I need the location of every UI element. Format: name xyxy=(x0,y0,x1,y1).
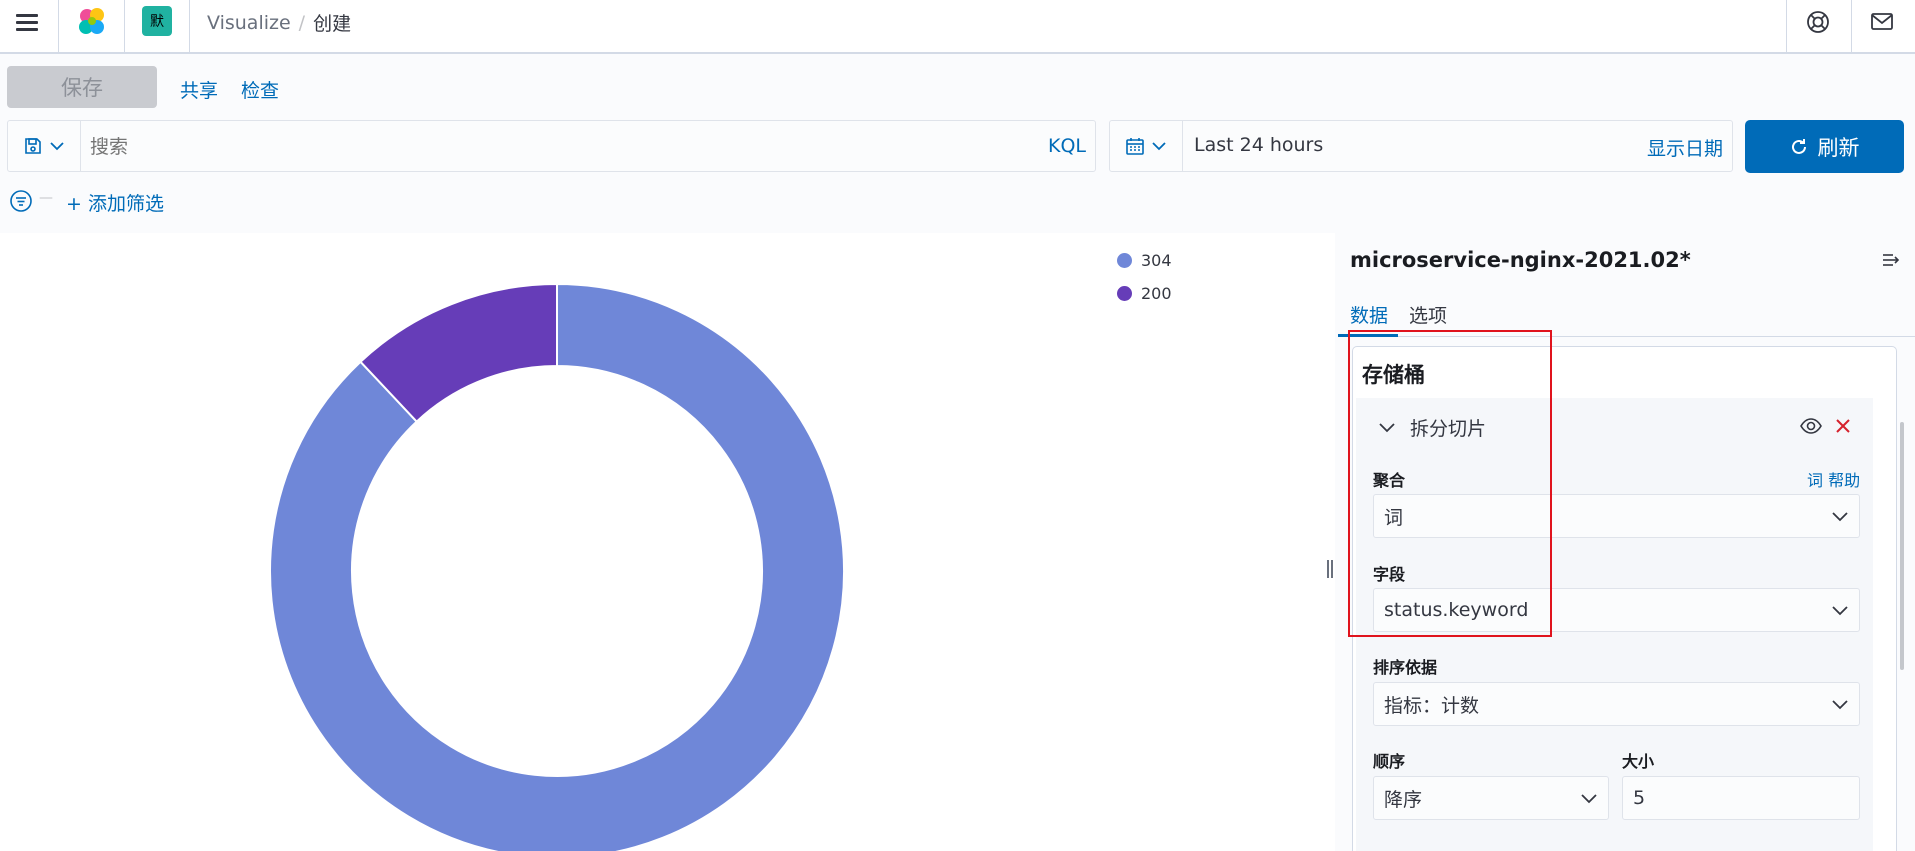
size-value: 5 xyxy=(1633,787,1646,809)
order-by-value: 指标：计数 xyxy=(1384,694,1480,717)
remove-agg-icon[interactable] xyxy=(1835,418,1851,438)
tab-options[interactable]: 选项 xyxy=(1409,301,1447,328)
chevron-down-icon xyxy=(1832,511,1848,521)
inspect-link[interactable]: 检查 xyxy=(241,76,279,103)
divider xyxy=(124,0,125,52)
breadcrumb-visualize[interactable]: Visualize xyxy=(207,12,291,34)
divider xyxy=(1786,0,1787,52)
tab-data[interactable]: 数据 xyxy=(1350,301,1388,328)
order-value: 降序 xyxy=(1384,788,1423,811)
order-select[interactable]: 降序 xyxy=(1373,776,1609,820)
help-icon[interactable] xyxy=(1806,10,1830,38)
eye-icon[interactable] xyxy=(1800,417,1822,439)
refresh-button[interactable]: 刷新 xyxy=(1745,120,1904,173)
chevron-down-icon xyxy=(50,142,64,151)
saved-query-button[interactable] xyxy=(8,121,81,171)
elastic-logo-icon[interactable] xyxy=(76,6,108,38)
mail-icon[interactable] xyxy=(1871,11,1893,35)
query-bar: KQL xyxy=(7,120,1096,172)
quick-select-button[interactable] xyxy=(1110,121,1183,171)
chevron-down-icon xyxy=(1832,605,1848,615)
search-input[interactable] xyxy=(88,129,992,165)
breadcrumb-separator: / xyxy=(298,11,306,34)
legend-label: 200 xyxy=(1141,284,1172,303)
legend-item-200[interactable]: 200 xyxy=(1117,284,1172,303)
collapse-sidebar-icon[interactable] xyxy=(1882,252,1902,272)
breadcrumb: Visualize / 创建 xyxy=(207,9,351,36)
legend-label: 304 xyxy=(1141,251,1172,270)
donut-slice-304[interactable] xyxy=(269,282,845,851)
space-avatar[interactable]: 默 xyxy=(142,6,172,36)
size-input[interactable]: 5 xyxy=(1622,776,1860,820)
filter-menu-icon[interactable] xyxy=(10,190,32,216)
calendar-icon xyxy=(1126,138,1144,155)
share-link[interactable]: 共享 xyxy=(180,76,218,103)
date-picker: Last 24 hours 显示日期 xyxy=(1109,120,1733,172)
chevron-down-icon xyxy=(1832,699,1848,709)
refresh-label: 刷新 xyxy=(1817,135,1860,160)
legend-item-304[interactable]: 304 xyxy=(1117,251,1172,270)
chevron-down-icon xyxy=(1152,142,1166,151)
donut-chart xyxy=(269,282,845,851)
legend-swatch xyxy=(1117,286,1132,301)
top-nav-bar: 默 Visualize / 创建 xyxy=(0,0,1915,54)
size-label: 大小 xyxy=(1622,752,1655,771)
divider xyxy=(189,0,190,52)
legend-swatch xyxy=(1117,253,1132,268)
order-by-select[interactable]: 指标：计数 xyxy=(1373,682,1860,726)
order-label: 顺序 xyxy=(1373,752,1406,771)
show-dates-link[interactable]: 显示日期 xyxy=(1647,134,1723,161)
divider xyxy=(1851,0,1852,52)
add-filter-button[interactable]: + 添加筛选 xyxy=(66,189,164,216)
order-by-label: 排序依据 xyxy=(1373,658,1438,677)
sidebar-scrollbar[interactable] xyxy=(1900,422,1904,670)
filter-separator: — xyxy=(39,190,53,206)
kql-toggle[interactable]: KQL xyxy=(1048,135,1086,157)
menu-icon[interactable] xyxy=(16,10,38,35)
aggregation-help-link[interactable]: 词 帮助 xyxy=(1807,467,1860,491)
breadcrumb-create: 创建 xyxy=(313,13,352,35)
chevron-down-icon xyxy=(1581,793,1597,803)
save-button[interactable]: 保存 xyxy=(7,66,157,108)
visualization-canvas: 304 200 xyxy=(0,233,1335,851)
highlight-annotation-box xyxy=(1348,330,1552,637)
save-query-icon xyxy=(25,138,41,154)
divider xyxy=(58,0,59,52)
refresh-icon xyxy=(1791,138,1806,154)
index-pattern-title: microservice-nginx-2021.02* xyxy=(1350,248,1691,272)
panel-resize-handle[interactable] xyxy=(1327,560,1335,578)
time-range-text[interactable]: Last 24 hours xyxy=(1194,134,1323,156)
